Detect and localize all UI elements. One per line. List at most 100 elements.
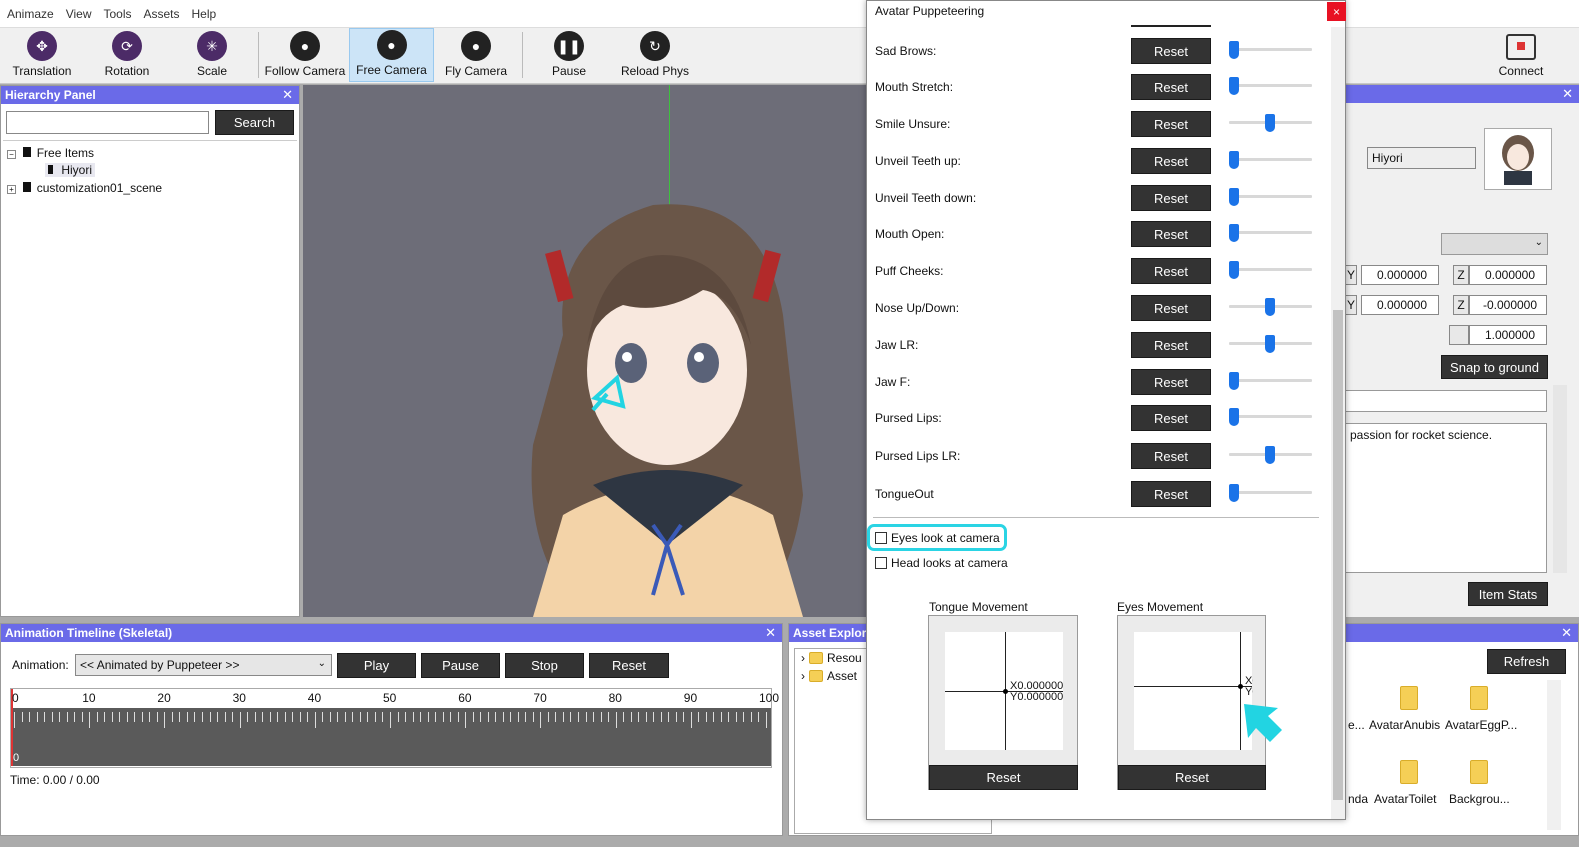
- search-button[interactable]: Search: [215, 110, 294, 135]
- position-z-field[interactable]: 0.000000: [1469, 265, 1547, 285]
- puppeteer-reset-button[interactable]: Reset: [1131, 369, 1211, 395]
- eyes-look-checkbox[interactable]: Eyes look at camera: [875, 531, 1000, 545]
- scale-field[interactable]: 1.000000: [1469, 325, 1547, 345]
- refresh-button[interactable]: Refresh: [1487, 649, 1566, 674]
- expand-icon[interactable]: +: [7, 185, 16, 194]
- puppeteer-slider-track[interactable]: [1229, 491, 1312, 494]
- puppeteer-slider-track[interactable]: [1229, 268, 1312, 271]
- fly-camera-button[interactable]: ● Fly Camera: [436, 28, 516, 82]
- puppeteer-slider-thumb[interactable]: [1265, 335, 1275, 353]
- puppeteer-slider-track[interactable]: [1229, 415, 1312, 418]
- hierarchy-search-input[interactable]: [6, 111, 209, 134]
- rotation-y-field[interactable]: 0.000000: [1361, 295, 1439, 315]
- puppeteer-reset-button[interactable]: Reset: [1131, 221, 1211, 247]
- puppeteer-slider-thumb[interactable]: [1229, 188, 1239, 206]
- scrollbar[interactable]: [1331, 27, 1345, 819]
- menu-view[interactable]: View: [66, 7, 92, 21]
- puppeteer-reset-button[interactable]: Reset: [1131, 74, 1211, 100]
- puppeteer-slider-track[interactable]: [1229, 84, 1312, 87]
- puppeteer-slider-thumb[interactable]: [1229, 372, 1239, 390]
- close-icon[interactable]: ×: [1327, 2, 1346, 21]
- tree-item-free-items[interactable]: − Free Items: [7, 146, 94, 160]
- asset-item[interactable]: AvatarAnubis: [1369, 718, 1440, 732]
- puppeteer-slider-track[interactable]: [1229, 158, 1312, 161]
- checkbox-icon[interactable]: [875, 532, 887, 544]
- puppeteer-slider-thumb[interactable]: [1229, 77, 1239, 95]
- position-y-field[interactable]: 0.000000: [1361, 265, 1439, 285]
- menu-assets[interactable]: Assets: [144, 7, 180, 21]
- rotation-z-field[interactable]: -0.000000: [1469, 295, 1547, 315]
- scale-button[interactable]: ✳ Scale: [180, 28, 244, 82]
- puppeteer-reset-button[interactable]: Reset: [1131, 38, 1211, 64]
- tree-item-hiyori[interactable]: Hiyori: [45, 163, 96, 177]
- menu-tools[interactable]: Tools: [103, 7, 131, 21]
- follow-camera-button[interactable]: ● Follow Camera: [262, 28, 348, 82]
- play-button[interactable]: Play: [337, 653, 416, 678]
- close-icon[interactable]: ✕: [1561, 624, 1572, 642]
- asset-item[interactable]: AvatarEggP...: [1445, 718, 1517, 732]
- eyes-reset-button[interactable]: Reset: [1118, 765, 1266, 790]
- puppeteer-reset-button[interactable]: Reset: [1131, 481, 1211, 507]
- puppeteer-reset-button[interactable]: Reset: [1131, 258, 1211, 284]
- free-camera-button[interactable]: ● Free Camera: [349, 28, 434, 82]
- asset-tree-item-assets[interactable]: › Asset: [801, 669, 857, 683]
- tree-item-scene[interactable]: + customization01_scene: [7, 181, 162, 195]
- connect-button[interactable]: Connect: [1488, 28, 1554, 82]
- asset-item[interactable]: Backgrou...: [1449, 792, 1510, 806]
- asset-item[interactable]: AvatarToilet: [1374, 792, 1436, 806]
- puppeteer-slider-thumb[interactable]: [1265, 114, 1275, 132]
- animation-select[interactable]: << Animated by Puppeteer >> ⌄: [75, 654, 332, 676]
- snap-to-ground-button[interactable]: Snap to ground: [1441, 355, 1548, 379]
- scrollbar-thumb[interactable]: [1333, 310, 1343, 800]
- puppeteer-reset-button[interactable]: Reset: [1131, 332, 1211, 358]
- puppeteer-slider-thumb[interactable]: [1229, 484, 1239, 502]
- collapse-icon[interactable]: −: [7, 150, 16, 159]
- close-icon[interactable]: ✕: [1562, 85, 1573, 103]
- reload-phys-button[interactable]: ↻ Reload Phys: [612, 28, 698, 82]
- scrollbar[interactable]: [1547, 680, 1561, 830]
- tongue-handle[interactable]: [1003, 689, 1008, 694]
- description-textarea[interactable]: passion for rocket science.: [1345, 423, 1547, 573]
- puppeteer-reset-button[interactable]: Reset: [1131, 405, 1211, 431]
- puppeteer-slider-track[interactable]: [1229, 195, 1312, 198]
- menu-help[interactable]: Help: [192, 7, 217, 21]
- asset-item[interactable]: e...: [1348, 718, 1365, 732]
- asset-item[interactable]: nda: [1348, 792, 1368, 806]
- puppeteer-slider-thumb[interactable]: [1265, 446, 1275, 464]
- puppeteer-slider-thumb[interactable]: [1265, 298, 1275, 316]
- puppeteer-reset-button[interactable]: Reset: [1131, 295, 1211, 321]
- pause-anim-button[interactable]: Pause: [421, 653, 500, 678]
- reset-anim-button[interactable]: Reset: [589, 653, 669, 678]
- puppeteer-slider-thumb[interactable]: [1229, 41, 1239, 59]
- rotation-button[interactable]: ⟳ Rotation: [92, 28, 162, 82]
- puppeteer-slider-track[interactable]: [1229, 231, 1312, 234]
- checkbox-icon[interactable]: [875, 557, 887, 569]
- pause-button[interactable]: ❚❚ Pause: [538, 28, 600, 82]
- close-icon[interactable]: ✕: [282, 86, 293, 104]
- puppeteer-slider-thumb[interactable]: [1229, 408, 1239, 426]
- puppeteer-slider-thumb[interactable]: [1229, 261, 1239, 279]
- avatar-name-field[interactable]: Hiyori: [1367, 147, 1476, 169]
- asset-tree-item-resources[interactable]: › Resou: [801, 651, 862, 665]
- description-title-field[interactable]: [1345, 390, 1547, 412]
- puppeteer-slider-thumb[interactable]: [1229, 151, 1239, 169]
- puppeteer-slider-track[interactable]: [1229, 379, 1312, 382]
- translation-button[interactable]: ✥ Translation: [6, 28, 78, 82]
- tongue-movement-pad[interactable]: X0.000000 Y0.000000 Reset: [928, 615, 1078, 790]
- puppeteer-reset-button[interactable]: Reset: [1131, 111, 1211, 137]
- puppeteer-reset-button[interactable]: Reset: [1131, 443, 1211, 469]
- dropdown[interactable]: ⌄: [1441, 233, 1548, 255]
- eyes-handle[interactable]: [1238, 684, 1243, 689]
- puppeteer-slider-thumb[interactable]: [1229, 224, 1239, 242]
- head-look-checkbox[interactable]: Head looks at camera: [875, 556, 1008, 570]
- timeline-track[interactable]: [11, 708, 771, 766]
- stop-button[interactable]: Stop: [505, 653, 584, 678]
- close-icon[interactable]: ✕: [765, 624, 776, 642]
- puppeteer-reset-button[interactable]: Reset: [1131, 185, 1211, 211]
- puppeteer-reset-button[interactable]: Reset: [1131, 148, 1211, 174]
- puppeteer-slider-track[interactable]: [1229, 48, 1312, 51]
- tongue-reset-button[interactable]: Reset: [929, 765, 1078, 790]
- item-stats-button[interactable]: Item Stats: [1468, 582, 1548, 606]
- menu-animaze[interactable]: Animaze: [7, 7, 54, 21]
- scrollbar[interactable]: [1553, 385, 1567, 573]
